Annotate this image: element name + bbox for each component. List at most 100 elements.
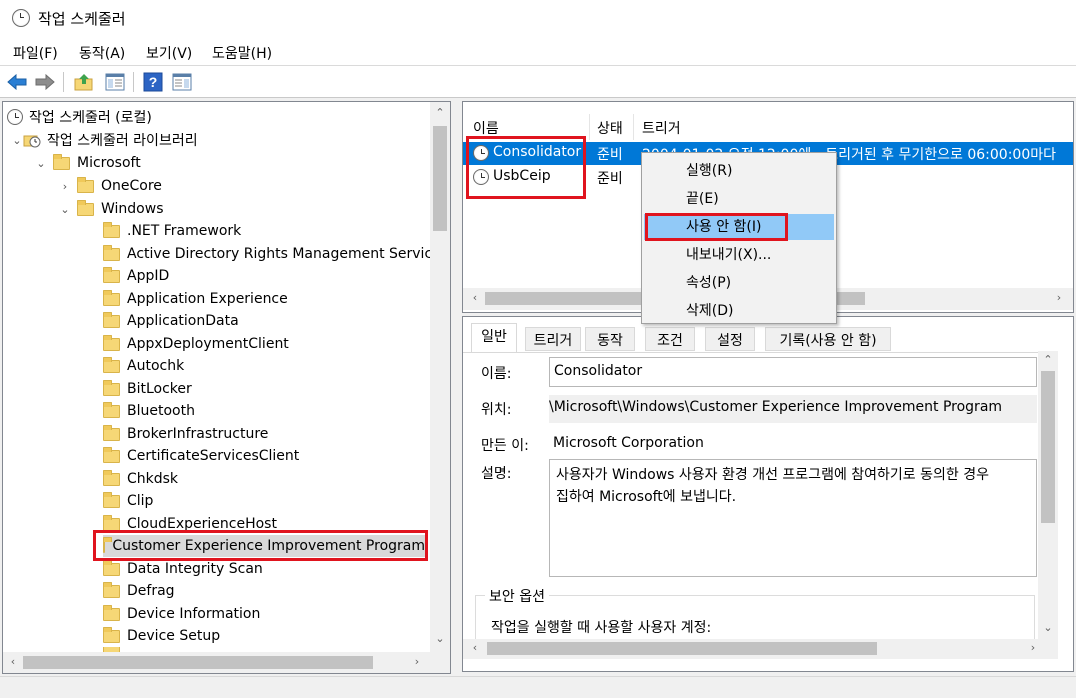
tree-horizontal-scrollbar[interactable]: ‹ › [3,652,430,673]
tree-node-dotnet-framework[interactable]: .NET Framework [103,220,241,242]
menu-item-delete[interactable]: 삭제(D) [644,298,834,324]
folder-icon [103,469,120,486]
details-horizontal-scrollbar[interactable]: ‹ › [463,639,1058,659]
console-tree: 작업 스케줄러 (로컬) ⌄ 작업 스케줄러 라이브러리 ⌄ Microsoft… [2,101,451,674]
folder-icon [103,604,120,621]
scroll-up-arrow-icon[interactable]: ⌃ [1040,353,1056,366]
menu-item-export[interactable]: 내보내기(X)... [644,242,834,268]
tree-node-windows[interactable]: ⌄ Windows [59,198,164,220]
menu-help[interactable]: 도움말(H) [212,43,272,63]
scroll-thumb[interactable] [1041,371,1055,523]
scroll-right-arrow-icon[interactable]: › [1051,291,1067,304]
folder-icon [103,401,120,418]
tree-node-clip[interactable]: Clip [103,490,153,512]
scroll-left-arrow-icon[interactable]: ‹ [467,641,483,654]
scroll-thumb[interactable] [487,642,877,655]
menu-item-properties[interactable]: 속성(P) [644,270,834,296]
name-field[interactable]: Consolidator [549,357,1037,387]
tree-node-microsoft[interactable]: ⌄ Microsoft [35,152,141,174]
tree-node-brokerinfrastructure[interactable]: BrokerInfrastructure [103,423,268,445]
column-header-trigger[interactable]: 트리거 [642,118,681,138]
tree-node-defrag[interactable]: Defrag [103,580,175,602]
tree-node-label: ApplicationData [127,313,239,329]
show-hide-console-tree-icon[interactable] [103,70,127,94]
tree-node-label: Device Information [127,606,261,622]
tree-node-label: Device Setup [127,628,221,644]
menu-file[interactable]: 파일(F) [13,43,58,63]
details-vertical-scrollbar[interactable]: ⌃ ⌄ [1038,351,1058,641]
tree-node-device-information[interactable]: Device Information [103,603,260,625]
tree-node-label: Customer Experience Improvement Program [112,538,425,554]
menu-view[interactable]: 보기(V) [146,43,192,63]
tree-node-onecore[interactable]: › OneCore [59,175,162,197]
scroll-thumb[interactable] [433,126,447,231]
up-folder-icon[interactable] [72,70,96,94]
chevron-right-icon[interactable]: › [59,180,71,193]
tab-triggers[interactable]: 트리거 [525,327,581,351]
scroll-left-arrow-icon[interactable]: ‹ [467,291,483,304]
menu-item-run[interactable]: 실행(R) [644,158,834,184]
tree-node-bluetooth[interactable]: Bluetooth [103,400,195,422]
menu-item-disable[interactable]: 사용 안 함(I) [644,214,834,240]
help-icon[interactable]: ? [141,70,165,94]
folder-icon [103,424,120,441]
tab-general[interactable]: 일반 [471,323,517,353]
column-header-status[interactable]: 상태 [597,118,623,138]
folder-icon [103,334,120,351]
menu-action[interactable]: 동작(A) [79,43,125,63]
forward-arrow-icon[interactable] [33,70,57,94]
tree-node-data-integrity-scan[interactable]: Data Integrity Scan [103,558,263,580]
task-clock-icon [473,145,489,161]
tab-actions[interactable]: 동작 [585,327,635,351]
tree-node-appid[interactable]: AppID [103,265,169,287]
tree-node-device-setup[interactable]: Device Setup [103,625,220,647]
tree-node-library[interactable]: ⌄ 작업 스케줄러 라이브러리 [11,129,197,151]
scroll-right-arrow-icon[interactable]: › [409,655,425,668]
scroll-thumb[interactable] [23,656,373,669]
scroll-down-arrow-icon[interactable]: ⌄ [1040,621,1056,634]
task-scheduler-clock-icon [12,9,30,27]
tree-node-label: Clip [127,493,154,509]
folder-icon [103,626,120,643]
tree-node-appxdeploymentclient[interactable]: AppxDeploymentClient [103,333,289,355]
chevron-down-icon[interactable]: ⌄ [11,134,23,147]
library-folder-clock-icon [23,132,41,148]
menu-item-end[interactable]: 끝(E) [644,186,834,212]
chevron-down-icon[interactable]: ⌄ [59,203,71,216]
security-options-title: 보안 옵션 [485,586,549,606]
tree-node-ad-rms[interactable]: Active Directory Rights Management Servi… [103,243,448,265]
tree-node-customer-experience-improvement-program[interactable]: Customer Experience Improvement Program [103,535,425,557]
back-arrow-icon[interactable] [5,70,29,94]
tree-node-label: Chkdsk [127,471,179,487]
tree-node-cloudexperiencehost[interactable]: CloudExperienceHost [103,513,277,535]
tree-node-application-experience[interactable]: Application Experience [103,288,288,310]
tree-vertical-scrollbar[interactable]: ⌃ ⌄ [430,102,450,652]
column-separator[interactable] [589,114,590,140]
tree-node-chkdsk[interactable]: Chkdsk [103,468,178,490]
scroll-down-arrow-icon[interactable]: ⌄ [432,632,448,645]
tab-settings[interactable]: 설정 [705,327,755,351]
tree-node-root[interactable]: 작업 스케줄러 (로컬) [7,106,152,128]
column-header-name[interactable]: 이름 [473,118,499,138]
tree-node-label: .NET Framework [127,223,242,239]
toolbar: ? [0,66,1076,98]
svg-text:?: ? [149,74,158,90]
scroll-up-arrow-icon[interactable]: ⌃ [432,106,448,119]
tree-node-label: Data Integrity Scan [127,561,263,577]
tree-node-applicationdata[interactable]: ApplicationData [103,310,239,332]
tab-history[interactable]: 기록(사용 안 함) [765,327,891,351]
tab-conditions[interactable]: 조건 [645,327,695,351]
tree-node-label: Windows [101,201,164,217]
folder-icon [103,356,120,373]
tree-node-bitlocker[interactable]: BitLocker [103,378,192,400]
show-hide-action-pane-icon[interactable] [170,70,194,94]
task-details: 일반 트리거 동작 조건 설정 기록(사용 안 함) 이름: Consolida… [462,316,1074,672]
menu-bar: 파일(F) 동작(A) 보기(V) 도움말(H) [0,38,1076,66]
description-field[interactable]: 사용자가 Windows 사용자 환경 개선 프로그램에 참여하기로 동의한 경… [549,459,1037,577]
tree-node-autochk[interactable]: Autochk [103,355,184,377]
tree-node-certificateservicesclient[interactable]: CertificateServicesClient [103,445,299,467]
scroll-right-arrow-icon[interactable]: › [1025,641,1041,654]
chevron-down-icon[interactable]: ⌄ [35,157,47,170]
column-separator[interactable] [633,114,634,140]
scroll-left-arrow-icon[interactable]: ‹ [5,655,21,668]
